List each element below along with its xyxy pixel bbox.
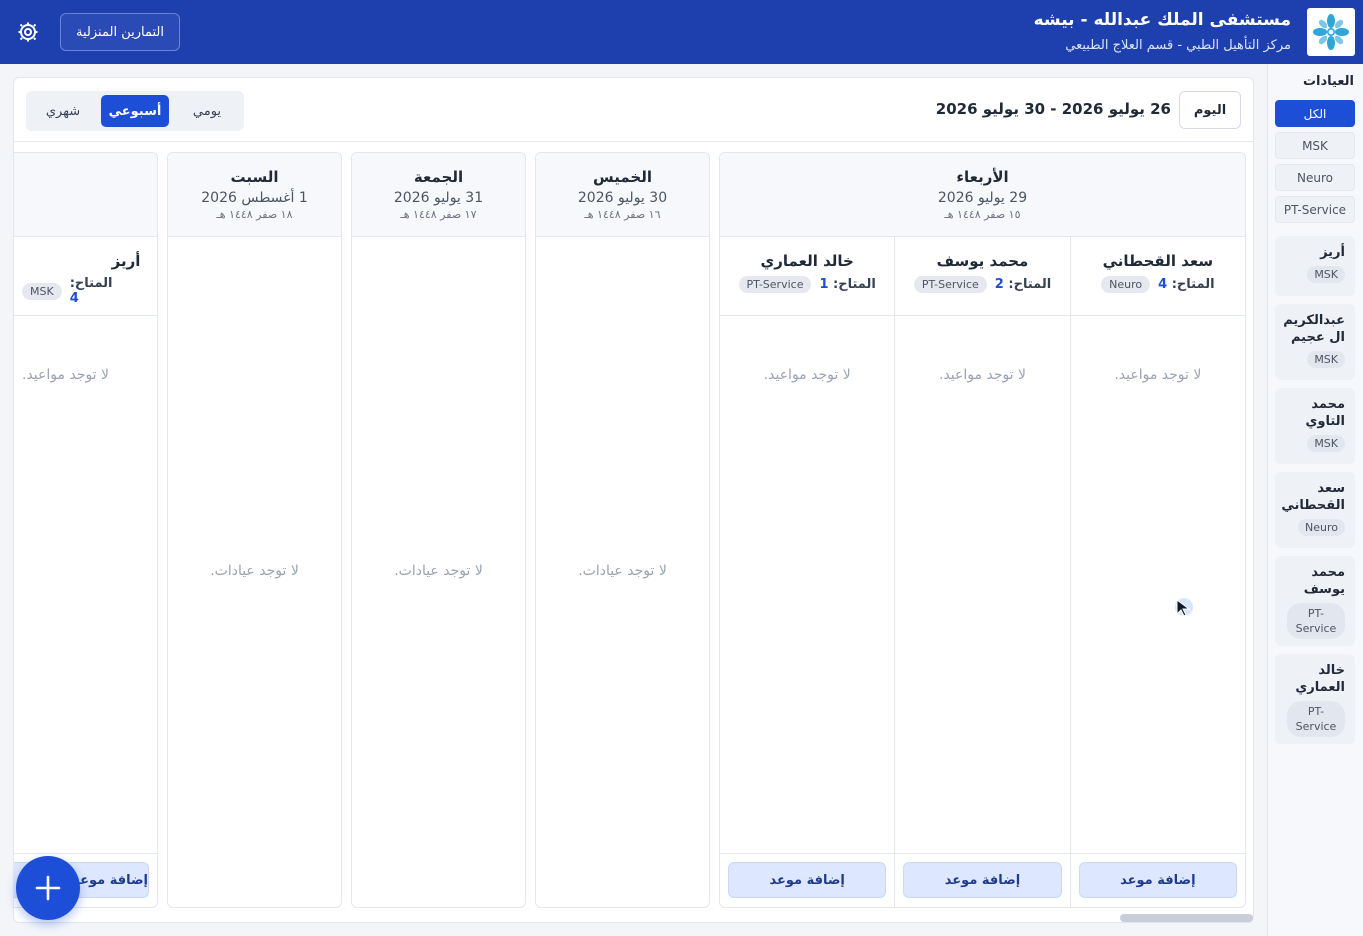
clinic-tag: PT-Service (1287, 603, 1345, 639)
day-name: الجمعة (413, 168, 464, 186)
doctor-name: أريز (111, 252, 141, 270)
no-clinics-text: لا توجد عيادات. (210, 563, 299, 579)
calendar-toolbar: اليوم 26 يوليو 2026 - 30 يوليو 2026 يومي… (14, 78, 1253, 142)
day-name: السبت (230, 168, 279, 186)
doctor-column: أريز المتاح: 4 MSK لا توجد مواعيد. إضافة… (14, 237, 157, 907)
day-column-thursday: الخميس 30 يوليو 2026 ١٦ صفر ١٤٤٨ هـ لا ت… (535, 152, 710, 908)
day-header: السبت 1 أغسطس 2026 ١٨ صفر ١٤٤٨ هـ (168, 153, 341, 237)
available-count: المتاح: 2 (994, 277, 1052, 292)
doctor-name: خالد العماري (760, 252, 854, 270)
available-count: المتاح: 1 (819, 277, 876, 292)
clinic-tag: MSK (1307, 351, 1345, 368)
available-count: المتاح: 4 (69, 276, 113, 306)
filter-neuro[interactable]: Neuro (1275, 164, 1355, 191)
mouse-cursor-icon (1175, 598, 1193, 617)
day-name: الأربعاء (956, 168, 1009, 186)
today-button[interactable]: اليوم (1179, 91, 1241, 129)
star-flower-logo-icon (1313, 14, 1349, 50)
gregorian-date: 30 يوليو 2026 (577, 190, 668, 206)
hospital-logo (1307, 8, 1355, 56)
no-appointments-text: لا توجد مواعيد. (939, 367, 1027, 383)
add-appointment-button[interactable]: إضافة موعد (903, 862, 1062, 898)
day-column-wednesday: الأربعاء 29 يوليو 2026 ١٥ صفر ١٤٤٨ هـ سع… (719, 152, 1246, 908)
filter-pt-service[interactable]: PT-Service (1275, 196, 1355, 223)
clinic-card[interactable]: عبدالكريم ال عجيم MSK (1275, 304, 1355, 380)
day-header: الخميس 30 يوليو 2026 ١٦ صفر ١٤٤٨ هـ (536, 153, 709, 237)
clinic-name: خالد العماري (1295, 663, 1345, 695)
day-header: الجمعة 31 يوليو 2026 ١٧ صفر ١٤٤٨ هـ (352, 153, 525, 237)
clinic-card[interactable]: خالد العماري PT-Service (1275, 654, 1355, 744)
clinic-card[interactable]: سعد القحطاني Neuro (1275, 472, 1355, 548)
add-appointment-button[interactable]: إضافة موعد (728, 862, 887, 898)
hospital-title: مستشفى الملك عبدالله - بيشه (1033, 10, 1291, 30)
doctor-header: سعد القحطاني المتاح: 4 Neuro (1070, 237, 1245, 316)
doctor-header: خالد العماري المتاح: 1 PT-Service (720, 237, 895, 316)
filter-all[interactable]: الكل (1275, 100, 1355, 127)
app-header: مستشفى الملك عبدالله - بيشه مركز التأهيل… (0, 0, 1363, 64)
doctor-name: محمد يوسف (936, 252, 1029, 270)
clinic-tag: MSK (1307, 435, 1345, 452)
doctor-column: سعد القحطاني المتاح: 4 Neuro لا توجد موا… (1069, 237, 1245, 907)
no-clinics-text: لا توجد عيادات. (394, 563, 483, 579)
gregorian-date: 29 يوليو 2026 (937, 190, 1028, 206)
horizontal-scrollbar[interactable] (1120, 914, 1253, 922)
clinic-tag: MSK (22, 282, 62, 300)
clinic-name: محمد التاوي (1305, 397, 1345, 429)
gear-icon (18, 22, 38, 42)
filter-msk[interactable]: MSK (1275, 132, 1355, 159)
clinic-name: عبدالكريم ال عجيم (1283, 313, 1345, 345)
department-subtitle: مركز التأهيل الطبي - قسم العلاج الطبيعي (1065, 38, 1291, 53)
day-name: الخميس (593, 168, 652, 186)
gregorian-date: 1 أغسطس 2026 (201, 190, 308, 206)
add-appointment-button[interactable]: إضافة موعد (1078, 862, 1237, 898)
settings-button[interactable] (14, 18, 42, 46)
calendar-panel: اليوم 26 يوليو 2026 - 30 يوليو 2026 يومي… (13, 77, 1254, 923)
sidebar-title: العيادات (1302, 74, 1354, 89)
home-exercises-button[interactable]: التمارين المنزلية (60, 13, 180, 51)
clinic-name: أريز (1320, 245, 1345, 260)
add-fab-button[interactable] (16, 856, 80, 920)
doctor-name: سعد القحطاني (1102, 252, 1214, 270)
day-header (14, 153, 157, 237)
gregorian-date: 31 يوليو 2026 (393, 190, 484, 206)
clinic-card[interactable]: أريز MSK (1275, 236, 1355, 296)
clinic-tag: Neuro (1101, 276, 1151, 293)
clinic-tag: PT-Service (738, 276, 812, 293)
clinic-name: سعد القحطاني (1281, 481, 1345, 513)
no-appointments-text: لا توجد مواعيد. (1114, 367, 1202, 383)
doctor-header: أريز المتاح: 4 MSK (14, 237, 157, 316)
hijri-date: ١٨ صفر ١٤٤٨ هـ (216, 208, 293, 221)
day-column-friday: الجمعة 31 يوليو 2026 ١٧ صفر ١٤٤٨ هـ لا ت… (351, 152, 526, 908)
clinic-name: محمد يوسف (1303, 565, 1345, 597)
view-switcher: يومي أسبوعي شهري (26, 91, 244, 131)
clinic-tag: PT-Service (913, 276, 987, 293)
clinic-card[interactable]: محمد التاوي MSK (1275, 388, 1355, 464)
clinic-tag: Neuro (1298, 519, 1345, 536)
available-count: المتاح: 4 (1158, 277, 1215, 292)
clinic-tag: PT-Service (1287, 701, 1345, 737)
no-appointments-text: لا توجد مواعيد. (22, 367, 110, 383)
day-header: الأربعاء 29 يوليو 2026 ١٥ صفر ١٤٤٨ هـ (720, 153, 1245, 237)
plus-icon (35, 875, 61, 901)
no-appointments-text: لا توجد مواعيد. (763, 367, 851, 383)
clinic-card[interactable]: محمد يوسف PT-Service (1275, 556, 1355, 646)
clinics-sidebar: العيادات الكل MSK Neuro PT-Service أريز … (1267, 64, 1363, 936)
hijri-date: ١٧ صفر ١٤٤٨ هـ (400, 208, 477, 221)
day-column-partial: أريز المتاح: 4 MSK لا توجد مواعيد. إضافة… (14, 152, 158, 908)
clinic-tag: MSK (1307, 266, 1345, 283)
no-clinics-text: لا توجد عيادات. (578, 563, 667, 579)
view-monthly-button[interactable]: شهري (29, 95, 97, 127)
hijri-date: ١٥ صفر ١٤٤٨ هـ (944, 208, 1021, 221)
date-range-label: 26 يوليو 2026 - 30 يوليو 2026 (935, 100, 1171, 118)
doctor-header: محمد يوسف المتاح: 2 PT-Service (895, 237, 1070, 316)
view-daily-button[interactable]: يومي (173, 95, 241, 127)
hijri-date: ١٦ صفر ١٤٤٨ هـ (584, 208, 661, 221)
doctor-column: محمد يوسف المتاح: 2 PT-Service لا توجد م… (894, 237, 1070, 907)
doctor-column: خالد العماري المتاح: 1 PT-Service لا توج… (720, 237, 895, 907)
brand: مستشفى الملك عبدالله - بيشه مركز التأهيل… (1034, 8, 1355, 56)
day-column-saturday: السبت 1 أغسطس 2026 ١٨ صفر ١٤٤٨ هـ لا توج… (167, 152, 342, 908)
view-weekly-button[interactable]: أسبوعي (101, 95, 169, 127)
